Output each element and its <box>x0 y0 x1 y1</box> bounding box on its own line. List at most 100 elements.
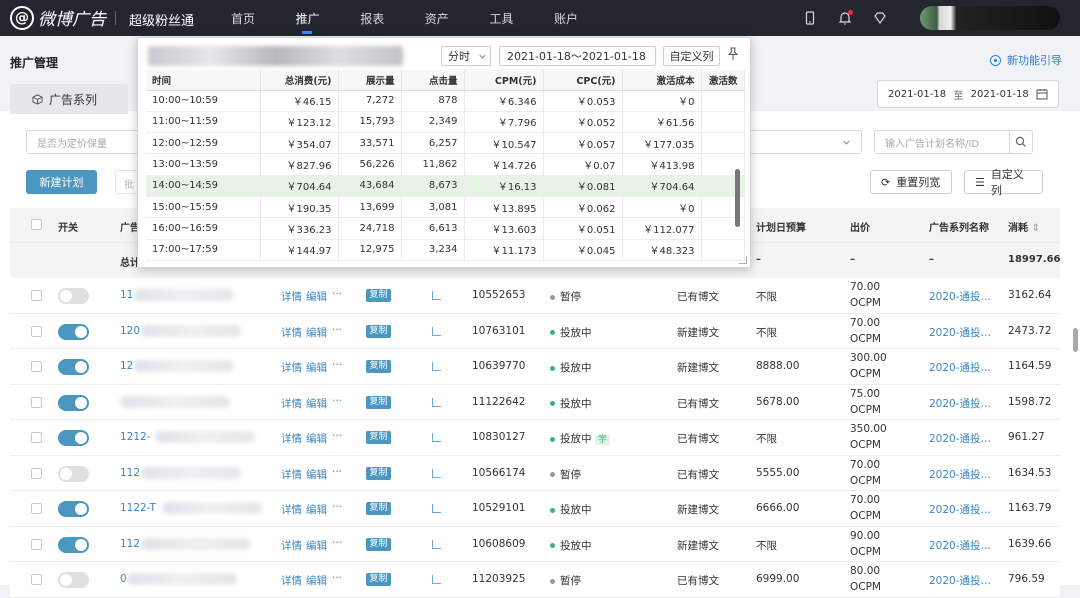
more-icon[interactable]: ··· <box>332 537 342 549</box>
table-row[interactable]: 详情 编辑 ··· 复制 11122642 投放中 已有博文 5678.00 75.00 OCPM… <box>10 384 1060 420</box>
hourly-column-header[interactable]: 激活成本 <box>622 70 702 91</box>
series-name-link[interactable]: 2020-通投… <box>929 573 991 588</box>
nav-assets[interactable]: 资产 <box>425 10 490 27</box>
hourly-column-header[interactable]: 激活数 <box>701 70 745 91</box>
hourly-column-header[interactable]: 总消费(元) <box>260 70 339 91</box>
series-name-link[interactable]: 2020-通投… <box>929 289 991 304</box>
table-row[interactable]: 112 详情 编辑 ··· 复制 10608609 投放中 新建博文 不限 90.00 OCPM 20… <box>10 526 1060 562</box>
brand-logo[interactable]: @ 微博广告 <box>10 5 106 30</box>
nav-account[interactable]: 账户 <box>554 10 619 27</box>
detail-link[interactable]: 详情 <box>281 289 302 304</box>
plan-name[interactable]: 1122-T <box>120 502 156 514</box>
table-row[interactable]: 120 详情 编辑 ··· 复制 10763101 投放中 新建博文 不限 70.00 OCPM 20… <box>10 313 1060 349</box>
more-icon[interactable]: ··· <box>332 288 342 300</box>
row-checkbox[interactable] <box>31 396 42 408</box>
copy-button[interactable]: 复制 <box>366 395 391 409</box>
more-icon[interactable]: ··· <box>332 501 342 513</box>
table-row[interactable]: 1212- 详情 编辑 ··· 复制 10830127 投放中 学 已有博文 不限 350.00 O… <box>10 420 1060 456</box>
nav-home[interactable]: 首页 <box>231 10 296 27</box>
series-name-link[interactable]: 2020-通投… <box>929 325 991 340</box>
ocpm-filter-select[interactable]: 是否为定价保量 <box>26 130 146 154</box>
plan-name[interactable]: 12 <box>120 360 133 372</box>
page-scrollbar[interactable] <box>1073 328 1078 352</box>
plan-name[interactable]: 112 <box>120 538 140 550</box>
copy-button[interactable]: 复制 <box>366 502 391 515</box>
nav-tools[interactable]: 工具 <box>489 10 554 27</box>
plan-name[interactable]: 120 <box>120 325 140 337</box>
copy-button[interactable]: 复制 <box>366 466 391 480</box>
plan-toggle[interactable] <box>58 536 89 553</box>
popup-date-range[interactable]: 2021-01-18～2021-01-18 <box>499 46 656 66</box>
trend-chart-icon[interactable] <box>432 397 441 407</box>
notification-bell-icon[interactable] <box>837 10 853 26</box>
trend-chart-icon[interactable] <box>432 433 441 442</box>
header-budget[interactable]: 计划日预算 <box>756 219 806 234</box>
mobile-icon[interactable] <box>802 10 818 26</box>
plan-toggle[interactable] <box>58 501 89 517</box>
detail-link[interactable]: 详情 <box>281 502 302 517</box>
reset-column-width-button[interactable]: ⟳ 重置列宽 <box>870 170 952 194</box>
trend-chart-icon[interactable] <box>432 362 441 371</box>
plan-toggle[interactable] <box>58 323 89 340</box>
more-icon[interactable]: ··· <box>332 395 342 407</box>
pin-icon[interactable] <box>727 47 739 61</box>
table-row[interactable]: 112 详情 编辑 ··· 复制 10566174 暂停 已有博文 5555.00 70.00 OC… <box>10 455 1060 491</box>
plan-toggle[interactable] <box>58 572 89 588</box>
search-input[interactable]: 输入广告计划名称/ID <box>874 130 1010 154</box>
row-checkbox[interactable] <box>31 503 42 514</box>
header-spend[interactable]: 消耗 ⇕ <box>1008 219 1040 234</box>
hourly-column-header[interactable]: 点击量 <box>401 70 465 91</box>
hourly-column-header[interactable]: CPC(元) <box>543 70 623 91</box>
account-avatar[interactable] <box>920 6 1060 30</box>
plan-name[interactable]: 1212- <box>120 431 151 443</box>
series-name-link[interactable]: 2020-通投… <box>929 360 991 375</box>
table-row[interactable]: 1122-T 详情 编辑 ··· 复制 10529101 投放中 新建博文 6666.00 70.… <box>10 491 1060 527</box>
nav-reports[interactable]: 报表 <box>360 10 425 27</box>
plan-toggle[interactable] <box>58 465 89 482</box>
resize-handle-icon[interactable] <box>739 256 747 264</box>
more-icon[interactable]: ··· <box>332 430 342 442</box>
header-series[interactable]: 广告系列名称 <box>929 219 989 234</box>
row-checkbox[interactable] <box>31 361 42 372</box>
series-name-link[interactable]: 2020-通投… <box>929 396 991 411</box>
series-name-link[interactable]: 2020-通投… <box>929 538 991 553</box>
search-button[interactable] <box>1009 130 1033 154</box>
plan-name[interactable]: 11 <box>120 289 133 301</box>
edit-link[interactable]: 编辑 <box>306 289 327 304</box>
row-checkbox[interactable] <box>31 467 42 479</box>
plan-toggle[interactable] <box>58 394 89 411</box>
plan-name[interactable]: 112 <box>120 467 140 479</box>
edit-link[interactable]: 编辑 <box>306 360 327 375</box>
status-filter-select[interactable] <box>748 130 862 154</box>
new-feature-guide-link[interactable]: 新功能引导 <box>990 52 1062 68</box>
trend-chart-icon[interactable] <box>432 504 441 513</box>
detail-link[interactable]: 详情 <box>281 467 302 482</box>
more-icon[interactable]: ··· <box>332 359 342 371</box>
popup-custom-columns-button[interactable]: 自定义列 <box>663 46 720 66</box>
series-name-link[interactable]: 2020-通投… <box>929 431 991 446</box>
plan-toggle[interactable] <box>58 359 89 375</box>
plan-name[interactable]: 0 <box>120 573 127 585</box>
tab-ad-series[interactable]: 广告系列 <box>10 84 128 114</box>
edit-link[interactable]: 编辑 <box>306 325 327 340</box>
detail-link[interactable]: 详情 <box>281 396 302 411</box>
edit-link[interactable]: 编辑 <box>306 431 327 446</box>
copy-button[interactable]: 复制 <box>366 360 391 373</box>
select-all-checkbox[interactable] <box>31 219 42 230</box>
popup-scrollbar[interactable] <box>735 169 740 227</box>
detail-link[interactable]: 详情 <box>281 325 302 340</box>
trend-chart-icon[interactable] <box>432 326 441 336</box>
nav-promotion[interactable]: 推广 <box>296 10 361 34</box>
more-icon[interactable]: ··· <box>332 572 342 584</box>
granularity-select[interactable]: 分时 <box>441 46 491 66</box>
new-plan-button[interactable]: 新建计划 <box>26 170 97 194</box>
trend-chart-icon[interactable] <box>432 291 441 300</box>
hourly-column-header[interactable]: CPM(元) <box>464 70 544 91</box>
edit-link[interactable]: 编辑 <box>306 502 327 517</box>
series-name-link[interactable]: 2020-通投… <box>929 467 991 482</box>
copy-button[interactable]: 复制 <box>366 324 391 338</box>
detail-link[interactable]: 详情 <box>281 431 302 446</box>
table-row[interactable]: 12 详情 编辑 ··· 复制 10639770 投放中 新建博文 8888.00 300.00 O… <box>10 349 1060 385</box>
more-icon[interactable]: ··· <box>332 324 342 336</box>
plan-toggle[interactable] <box>58 430 89 446</box>
